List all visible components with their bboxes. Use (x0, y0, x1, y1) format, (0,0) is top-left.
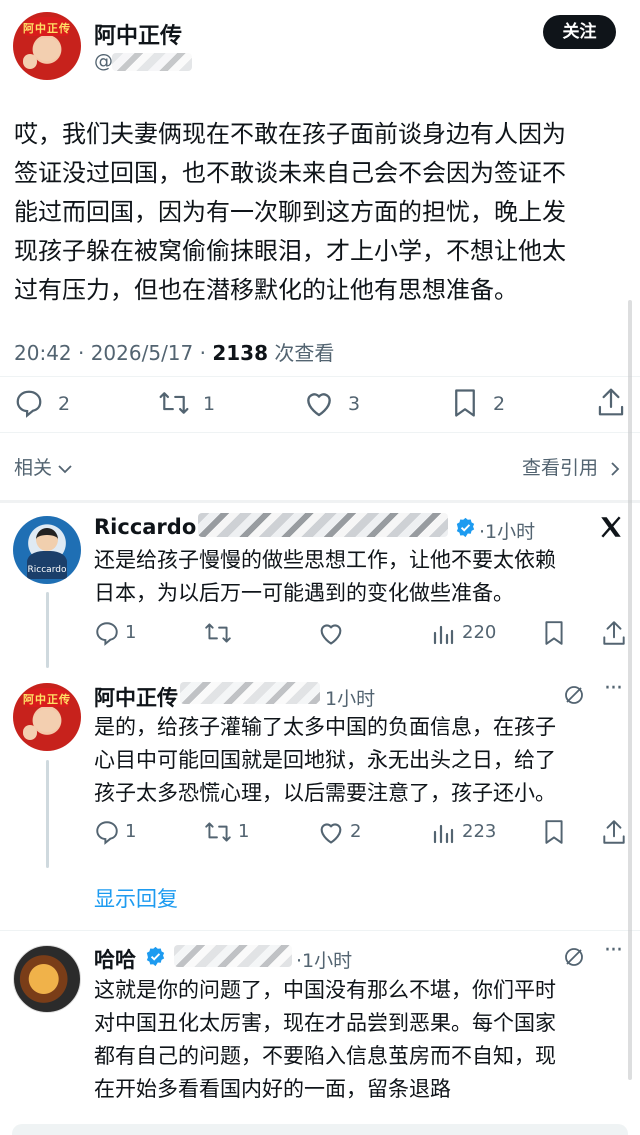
verified-icon (146, 946, 165, 967)
reply-author-name[interactable]: Riccardo (94, 515, 196, 539)
redacted-handle (112, 53, 192, 71)
redacted-handle (198, 513, 448, 537)
reply-text-line: 都有自己的问题，不要陷入信息茧房而不自知，现 (94, 1044, 556, 1068)
post-text-line: 现孩子躲在被窝偷偷抹眼泪，才上小学，不想让他太 (14, 237, 566, 265)
reply-icon[interactable] (14, 388, 44, 418)
like-icon[interactable] (303, 388, 335, 418)
related-label: 相关 (14, 457, 53, 479)
views-count: 220 (462, 622, 497, 643)
divider (0, 432, 640, 433)
reply-icon[interactable] (94, 819, 120, 845)
reply-author-name[interactable]: 哈哈 (94, 944, 136, 974)
avatar-hand (22, 725, 38, 741)
post-text-line: 过有压力，但也在潜移默化的让他有思想准备。 (14, 276, 518, 304)
avatar-hand (22, 54, 38, 70)
chevron-right-icon (611, 461, 620, 476)
reply-avatar[interactable]: 阿中正传 (13, 683, 81, 751)
x-logo-icon (601, 516, 621, 538)
post-meta: 20:42 · 2026/5/17 · 2138 次查看 (14, 337, 334, 366)
more-icon[interactable]: ··· (604, 676, 623, 701)
reply-text-line: 是的，给孩子灌输了太多中国的负面信息，在孩子 (94, 715, 556, 739)
chevron-down-icon (58, 464, 72, 473)
follow-button[interactable]: 关注 (543, 15, 616, 49)
bookmark-icon[interactable] (452, 388, 478, 418)
verified-icon (456, 517, 475, 538)
show-replies-link[interactable]: 显示回复 (94, 883, 178, 913)
reply-text-line: 对中国丑化太厉害，现在才品尝到恶果。每个国家 (94, 1011, 556, 1035)
more-icon[interactable]: ··· (604, 938, 623, 963)
repost-icon[interactable] (203, 819, 233, 845)
divider (0, 930, 640, 931)
grok-icon[interactable] (562, 683, 586, 707)
reply-text: 这就是你的问题了，中国没有那么不堪，你们平时 对中国丑化太厉害，现在才品尝到恶果… (94, 974, 556, 1106)
views-icon[interactable] (431, 821, 455, 845)
avatar-face (33, 37, 61, 61)
like-icon[interactable] (317, 819, 345, 845)
post-text-line: 能过而回国，因为有一次聊到这方面的担忧，晚上发 (14, 198, 566, 226)
reply-avatar[interactable]: Riccardo (13, 516, 81, 584)
like-count: 2 (350, 821, 362, 842)
reply-text-line: 心目中可能回国就是回地狱，永无出头之日，给了 (94, 748, 556, 772)
reply-text-line: 孩子太多恐慌心理，以后需要注意了，孩子还小。 (94, 781, 556, 805)
scrollbar[interactable] (628, 300, 632, 1080)
avatar-head (36, 528, 58, 552)
post-text: 哎，我们夫妻俩现在不敢在孩子面前谈身边有人因为 签证没过回国，也不敢谈未来自己会… (14, 115, 566, 310)
author-handle[interactable]: @ (94, 50, 113, 72)
reply-text: 是的，给孩子灌输了太多中国的负面信息，在孩子 心目中可能回国就是回地狱，永无出头… (94, 711, 556, 810)
views-count: 2138 (212, 341, 269, 365)
avatar-text: 阿中正传 (22, 693, 71, 707)
grok-icon[interactable] (562, 945, 586, 969)
share-icon[interactable] (601, 619, 627, 647)
reply-text-line: 在开始多看看国内好的一面，留条退路 (94, 1077, 451, 1101)
redacted-handle (180, 682, 320, 704)
views-label: 次查看 (268, 341, 335, 365)
compose-bar[interactable] (12, 1124, 628, 1135)
section-divider (0, 500, 640, 503)
reply-count: 2 (58, 393, 71, 415)
reply-count: 1 (125, 622, 137, 643)
related-toggle[interactable]: 相关 (14, 453, 72, 480)
views-icon[interactable] (431, 622, 455, 646)
divider (0, 376, 640, 377)
thread-line (46, 760, 49, 868)
reply-time[interactable]: ·1小时 (479, 517, 535, 544)
author-name[interactable]: 阿中正传 (94, 18, 182, 50)
reply-text-line: 日本，为以后万一可能遇到的变化做些准备。 (94, 581, 514, 605)
views-count: 223 (462, 821, 497, 842)
repost-count: 1 (203, 393, 216, 415)
bookmark-count: 2 (493, 393, 506, 415)
bookmark-icon[interactable] (543, 819, 565, 845)
share-icon[interactable] (601, 818, 627, 846)
repost-count: 1 (238, 821, 250, 842)
avatar-text: 阿中正传 (22, 22, 71, 36)
bookmark-icon[interactable] (543, 620, 565, 646)
reply-count: 1 (125, 821, 137, 842)
reply-text-line: 这就是你的问题了，中国没有那么不堪，你们平时 (94, 978, 556, 1002)
reply-avatar[interactable] (13, 945, 81, 1013)
post-text-line: 签证没过回国，也不敢谈未来自己会不会因为签证不 (14, 159, 566, 187)
post-text-line: 哎，我们夫妻俩现在不敢在孩子面前谈身边有人因为 (14, 120, 566, 148)
like-icon[interactable] (317, 620, 345, 646)
reply-text: 还是给孩子慢慢的做些思想工作，让他不要太依赖 日本，为以后万一可能遇到的变化做些… (94, 544, 556, 610)
reply-icon[interactable] (94, 620, 120, 646)
view-quotes-label: 查看引用 (522, 457, 599, 479)
author-avatar[interactable]: 阿中正传 (13, 12, 81, 80)
view-quotes-link[interactable]: 查看引用 (522, 453, 620, 480)
like-count: 3 (348, 393, 361, 415)
thread-line (46, 592, 49, 668)
repost-icon[interactable] (203, 620, 233, 646)
reply-time[interactable]: 1小时 (325, 684, 375, 711)
avatar-label: Riccardo (27, 564, 67, 575)
reply-text-line: 还是给孩子慢慢的做些思想工作，让他不要太依赖 (94, 548, 556, 572)
reply-time[interactable]: ·1小时 (296, 946, 352, 973)
post-time[interactable]: 20:42 · 2026/5/17 · (14, 341, 212, 365)
repost-icon[interactable] (157, 388, 191, 418)
reply-author-name[interactable]: 阿中正传 (94, 682, 178, 712)
avatar-face (33, 708, 61, 732)
redacted-handle (174, 945, 292, 967)
share-icon[interactable] (596, 386, 626, 418)
